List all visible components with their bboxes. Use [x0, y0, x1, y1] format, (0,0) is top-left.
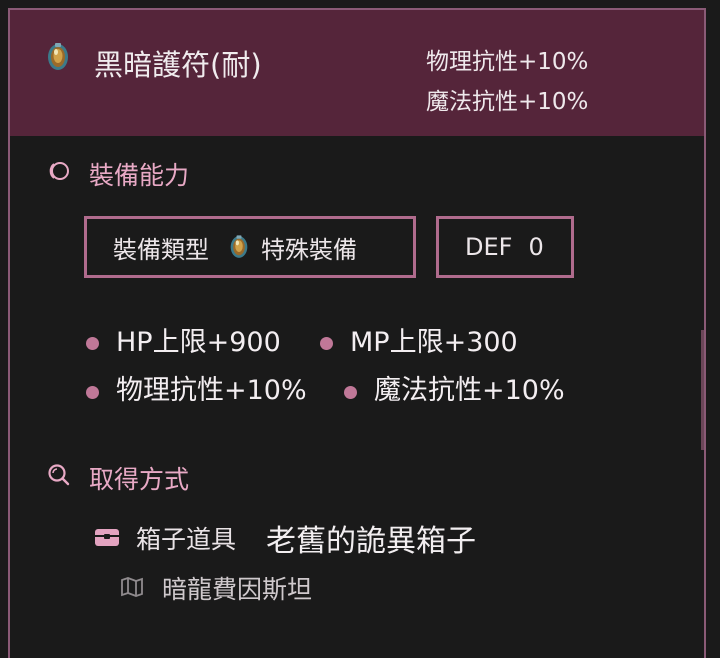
bonus-physical: 物理抗性+10% [116, 375, 307, 406]
bonus-hp: HP上限+900 [116, 327, 281, 358]
bullet-dot [320, 337, 333, 350]
obtain-section-title: 取得方式 [89, 465, 190, 494]
map-icon [121, 577, 143, 597]
item-stat-physical: 物理抗性+10% [426, 49, 589, 75]
source-name[interactable]: 老舊的詭異箱子 [266, 516, 476, 560]
equip-type-label: 裝備類型 [113, 235, 209, 264]
bonus-mp: MP上限+300 [350, 327, 518, 358]
item-header: 黑暗護符(耐) 物理抗性+10% 魔法抗性+10% [10, 10, 704, 136]
bullet-dot [86, 337, 99, 350]
amulet-icon [48, 43, 68, 70]
item-stat-magic: 魔法抗性+10% [426, 89, 589, 115]
source-location[interactable]: 暗龍費因斯坦 [162, 570, 312, 606]
equip-type-box: 裝備類型 特殊裝備 [84, 216, 416, 278]
item-name: 黑暗護符(耐) [94, 48, 262, 82]
def-label: DEF [465, 233, 513, 261]
equip-section-title: 裝備能力 [89, 161, 190, 190]
bonus-magic: 魔法抗性+10% [374, 375, 565, 406]
amulet-icon [230, 235, 248, 258]
def-box: DEF 0 [436, 216, 574, 278]
def-value: 0 [528, 233, 544, 261]
bullet-dot [86, 386, 99, 399]
chest-icon [95, 529, 119, 546]
source-type: 箱子道具 [136, 525, 237, 554]
scrollbar[interactable] [701, 330, 704, 450]
item-detail-card: 黑暗護符(耐) 物理抗性+10% 魔法抗性+10% 裝備能力 裝備類型 特殊裝備… [8, 8, 706, 658]
equip-type-value: 特殊裝備 [261, 235, 357, 264]
search-icon [48, 464, 70, 486]
ring-icon [49, 162, 69, 180]
bullet-dot [344, 386, 357, 399]
